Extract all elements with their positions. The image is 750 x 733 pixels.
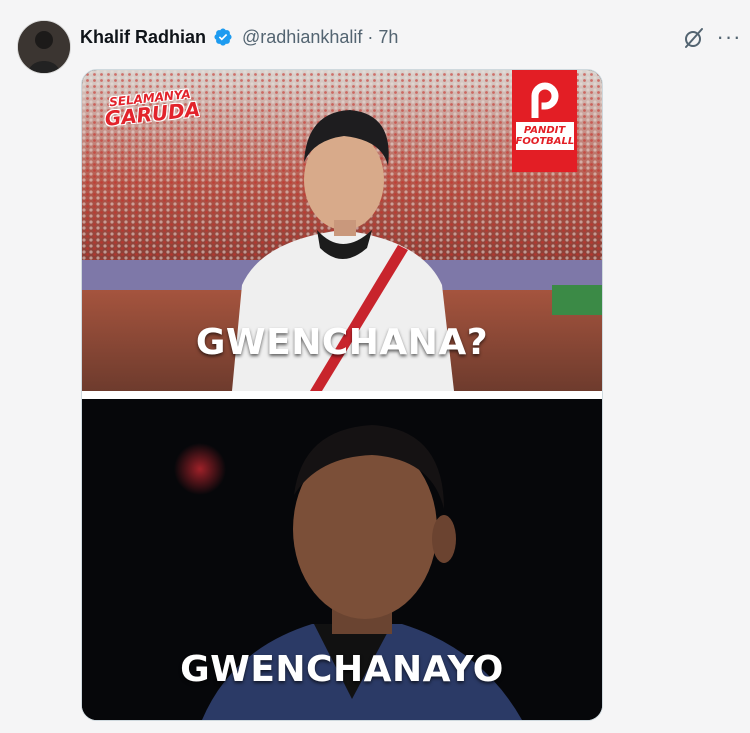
- pandit-text: PANDIT FOOTBALL: [515, 122, 575, 150]
- author-handle[interactable]: @radhiankhalif: [242, 27, 362, 48]
- timestamp[interactable]: 7h: [378, 27, 398, 48]
- panel-divider: [82, 391, 602, 399]
- tweet-header: Khalif Radhian @radhiankhalif · 7h: [80, 24, 398, 50]
- pandit-line1: PANDIT: [523, 125, 566, 136]
- brand-logo-pandit-football: PANDIT FOOTBALL: [512, 70, 577, 172]
- grok-icon[interactable]: [680, 24, 708, 52]
- separator-dot: ·: [367, 26, 374, 47]
- author-name[interactable]: Khalif Radhian: [80, 27, 206, 48]
- verified-badge-icon: [213, 27, 233, 47]
- pandit-logo-icon: [531, 82, 558, 118]
- caption-bottom: GWENCHANAYO: [180, 649, 504, 690]
- media-image-top[interactable]: SELAMANYA GARUDA PANDIT FOOTBALL GWENCHA…: [82, 70, 602, 391]
- caption-top: GWENCHANA?: [195, 322, 489, 363]
- tweet: Khalif Radhian @radhiankhalif · 7h ··· S…: [0, 0, 750, 733]
- tweet-media[interactable]: SELAMANYA GARUDA PANDIT FOOTBALL GWENCHA…: [81, 69, 603, 721]
- more-label: ···: [716, 24, 742, 49]
- avatar[interactable]: [17, 20, 71, 74]
- more-icon[interactable]: ···: [716, 24, 742, 50]
- media-image-bottom[interactable]: GWENCHANAYO: [82, 399, 602, 720]
- pandit-line2: FOOTBALL: [515, 136, 575, 147]
